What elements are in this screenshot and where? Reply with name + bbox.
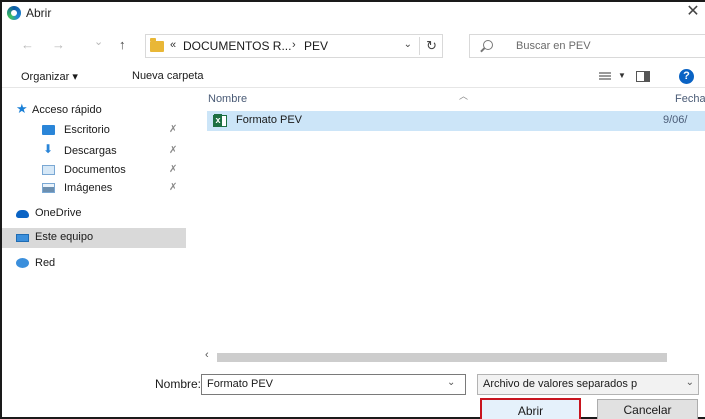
sidebar-item-label: Escritorio — [64, 124, 110, 136]
pin-icon: ✗ — [169, 124, 178, 135]
cancel-button[interactable]: Cancelar — [597, 399, 698, 419]
scrollbar-thumb[interactable] — [217, 353, 667, 362]
pictures-icon — [42, 183, 55, 193]
sidebar-item-label: Este equipo — [35, 231, 94, 243]
file-name-label: Nombre: — [154, 377, 201, 391]
search-input[interactable]: Buscar en PEV — [469, 34, 705, 58]
file-type-value: Archivo de valores separados p — [483, 378, 638, 390]
breadcrumb-separator: › — [292, 39, 296, 51]
sidebar-item-network[interactable]: Red — [2, 254, 186, 274]
help-icon[interactable]: ? — [679, 69, 694, 84]
open-button-label: Abrir — [517, 404, 544, 418]
computer-icon — [16, 234, 29, 242]
up-arrow-icon[interactable]: ↑ — [119, 37, 126, 53]
sidebar-item-label: Imágenes — [64, 182, 113, 194]
caret-down-icon[interactable]: ▼ — [618, 71, 626, 80]
command-bar: Organizar ▾ Nueva carpeta ▼ ? — [2, 66, 705, 88]
chevron-down-icon[interactable]: ⌄ — [404, 39, 412, 50]
chevron-down-icon[interactable]: ⌄ — [686, 377, 694, 388]
desktop-icon — [42, 125, 55, 135]
cloud-icon — [16, 210, 29, 218]
cancel-button-label: Cancelar — [623, 403, 672, 417]
new-folder-button[interactable]: Nueva carpeta — [132, 70, 204, 82]
file-type-select[interactable]: Archivo de valores separados p ⌄ — [477, 374, 699, 395]
excel-file-icon — [213, 114, 227, 127]
pin-icon: ✗ — [169, 182, 178, 193]
pin-icon: ✗ — [169, 145, 178, 156]
sidebar-item-this-pc[interactable]: Este equipo — [2, 228, 186, 248]
file-name: Formato PEV — [236, 114, 303, 126]
title-bar: Abrir ✕ — [2, 2, 705, 24]
file-name-field[interactable] — [201, 374, 466, 395]
sidebar-item-pictures[interactable]: Imágenes ✗ — [2, 179, 186, 199]
sort-ascending-icon: ︿ — [459, 91, 469, 101]
pin-icon: ✗ — [169, 164, 178, 175]
file-row[interactable]: Formato PEV 9/06/ — [207, 111, 705, 131]
breadcrumb-overflow[interactable]: « — [170, 39, 176, 51]
sidebar-item-downloads[interactable]: Descargas ✗ — [2, 142, 186, 162]
network-icon — [16, 258, 29, 268]
search-placeholder: Buscar en PEV — [516, 40, 591, 52]
close-icon[interactable]: ✕ — [685, 3, 701, 21]
open-button[interactable]: Abrir — [480, 398, 581, 419]
address-row: ← → ⌄ ↑ « DOCUMENTOS R... › PEV ⌄ ↻ Busc… — [2, 34, 705, 58]
sidebar-item-label: Descargas — [64, 145, 117, 157]
sidebar-item-desktop[interactable]: Escritorio ✗ — [2, 121, 186, 141]
refresh-icon[interactable]: ↻ — [426, 38, 437, 54]
scroll-left-icon[interactable]: ‹ — [205, 349, 209, 361]
sidebar-item-onedrive[interactable]: OneDrive — [2, 204, 186, 224]
sidebar-item-label: Acceso rápido — [32, 104, 102, 116]
breadcrumb-documentos[interactable]: DOCUMENTOS R... — [183, 39, 291, 53]
file-date: 9/06/ — [663, 114, 688, 126]
open-file-dialog: Abrir ✕ ← → ⌄ ↑ « DOCUMENTOS R... › PEV … — [0, 0, 705, 419]
breadcrumb-pev[interactable]: PEV — [304, 39, 328, 53]
navigation-pane: Acceso rápido Escritorio ✗ Descargas ✗ D… — [2, 89, 190, 352]
sidebar-item-label: Documentos — [64, 164, 126, 176]
sidebar-item-label: OneDrive — [35, 207, 82, 219]
view-options-icon[interactable] — [599, 72, 611, 81]
sidebar-item-quick-access[interactable]: Acceso rápido — [2, 101, 186, 121]
folder-icon — [150, 38, 164, 52]
file-list: Nombre ︿ Fecha Formato PEV 9/06/ — [192, 89, 705, 352]
forward-arrow-icon[interactable]: → — [52, 37, 65, 53]
star-icon — [16, 101, 29, 117]
sidebar-item-documents[interactable]: Documentos ✗ — [2, 161, 186, 181]
window-title: Abrir — [26, 6, 52, 20]
horizontal-scrollbar[interactable]: ‹ › — [202, 349, 705, 363]
address-bar[interactable]: « DOCUMENTOS R... › PEV ⌄ ↻ — [145, 34, 443, 58]
preview-pane-icon[interactable] — [636, 71, 650, 82]
column-header-name[interactable]: Nombre — [208, 93, 247, 105]
back-arrow-icon[interactable]: ← — [21, 37, 34, 53]
edge-browser-icon — [7, 6, 21, 20]
chevron-down-icon[interactable]: ⌄ — [447, 377, 455, 388]
documents-icon — [42, 165, 55, 175]
column-header-date[interactable]: Fecha — [675, 93, 705, 105]
search-icon — [483, 40, 493, 50]
recent-locations-icon[interactable]: ⌄ — [94, 34, 103, 50]
divider — [419, 37, 420, 55]
sidebar-item-label: Red — [35, 257, 56, 269]
download-icon — [42, 142, 55, 156]
organize-button[interactable]: Organizar ▾ — [21, 70, 78, 83]
